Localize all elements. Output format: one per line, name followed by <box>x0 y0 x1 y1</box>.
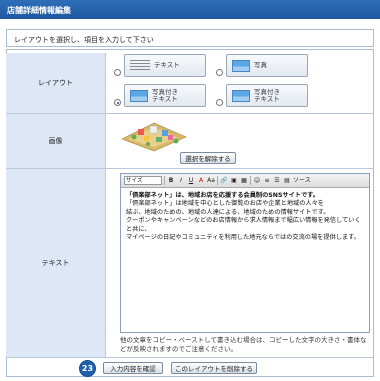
font-style-button[interactable]: Aa <box>207 176 215 185</box>
editor-toolbar: サイズ B I U A Aa 🔗 ▣ ▦ ☺ ≡ ☰ ▤ ソース <box>121 174 369 188</box>
align-icon[interactable]: ≡ <box>263 176 271 185</box>
editor-line: マイページの日記やコミュニティを利用した地元ならではの交流の場を提供します。 <box>126 234 360 242</box>
layout-option-text[interactable]: テキスト <box>114 54 206 77</box>
photo-icon <box>130 89 148 102</box>
photo-icon <box>232 59 250 72</box>
bold-button[interactable]: B <box>167 176 175 185</box>
image-label: 画像 <box>6 114 106 168</box>
layout-radio-photo-text-left[interactable] <box>114 99 121 106</box>
source-icon[interactable]: ▤ <box>283 176 291 185</box>
layout-preview-text[interactable]: テキスト <box>124 54 206 77</box>
rich-text-editor[interactable]: サイズ B I U A Aa 🔗 ▣ ▦ ☺ ≡ ☰ ▤ ソース 「倶楽部ネット… <box>120 173 370 333</box>
layout-option-photo[interactable]: 写真 <box>216 54 308 77</box>
italic-button[interactable]: I <box>177 176 185 185</box>
layout-radio-photo-text-right[interactable] <box>216 99 223 106</box>
layout-option-photo-text-left[interactable]: 写真付き テキスト <box>114 84 206 107</box>
clear-image-selection-button[interactable]: 選択を解除する <box>180 152 236 164</box>
editor-line: クーポンやキャンペーンなどのお店情報から求人情報まで幅広い情報を発信していくと共… <box>126 217 361 233</box>
layout-preview-photo-text-left[interactable]: 写真付き テキスト <box>124 84 206 107</box>
editor-line: 「倶楽部ネット」は地域を中心とした御覧のお店や企業と地域の人々を <box>126 200 324 208</box>
layout-radio-text[interactable] <box>114 69 121 76</box>
step-badge: 23 <box>79 360 96 377</box>
emoji-icon[interactable]: ☺ <box>253 176 261 185</box>
layout-option-photo-text-right[interactable]: 写真付き テキスト <box>216 84 308 107</box>
table-icon[interactable]: ▦ <box>240 176 248 185</box>
underline-button[interactable]: U <box>187 176 195 185</box>
source-button[interactable]: ソース <box>293 176 311 185</box>
store-image-thumbnail <box>121 122 187 152</box>
editor-content[interactable]: 「倶楽部ネット」は、地域お店を応援する会員制のSNSサイトです。 「倶楽部ネット… <box>121 188 369 246</box>
toolbar-separator <box>250 176 251 185</box>
instruction-text: レイアウトを選択し、項目を入力して下さい <box>6 29 374 47</box>
text-lines-icon <box>130 59 150 72</box>
photo-icon <box>232 89 250 102</box>
window-title: 店舗詳細情報編集 <box>0 0 380 19</box>
confirm-input-button[interactable]: 入力内容を確認 <box>103 362 163 374</box>
layout-preview-photo-text-right[interactable]: 写真付き テキスト <box>226 84 308 107</box>
toolbar-separator <box>217 176 218 185</box>
delete-layout-button[interactable]: このレイアウトを削除する <box>171 362 257 374</box>
editor-line: 結ぶ、地域のための、地域の人達による、地域のための情報サイトです。 <box>126 208 330 216</box>
layout-radio-photo[interactable] <box>216 69 223 76</box>
layout-preview-photo[interactable]: 写真 <box>226 54 308 77</box>
font-color-button[interactable]: A <box>197 176 205 185</box>
link-icon[interactable]: 🔗 <box>220 176 228 185</box>
image-icon[interactable]: ▣ <box>230 176 238 185</box>
text-label: テキスト <box>6 169 106 357</box>
paste-note: 他の文章をコピー・ペーストして書き込む場合は、コピーした文字の大きさ・書体などが… <box>120 336 367 353</box>
row-divider <box>6 357 374 358</box>
font-size-select[interactable]: サイズ <box>124 176 162 185</box>
list-icon[interactable]: ☰ <box>273 176 281 185</box>
toolbar-separator <box>164 176 165 185</box>
layout-label: レイアウト <box>6 53 106 113</box>
